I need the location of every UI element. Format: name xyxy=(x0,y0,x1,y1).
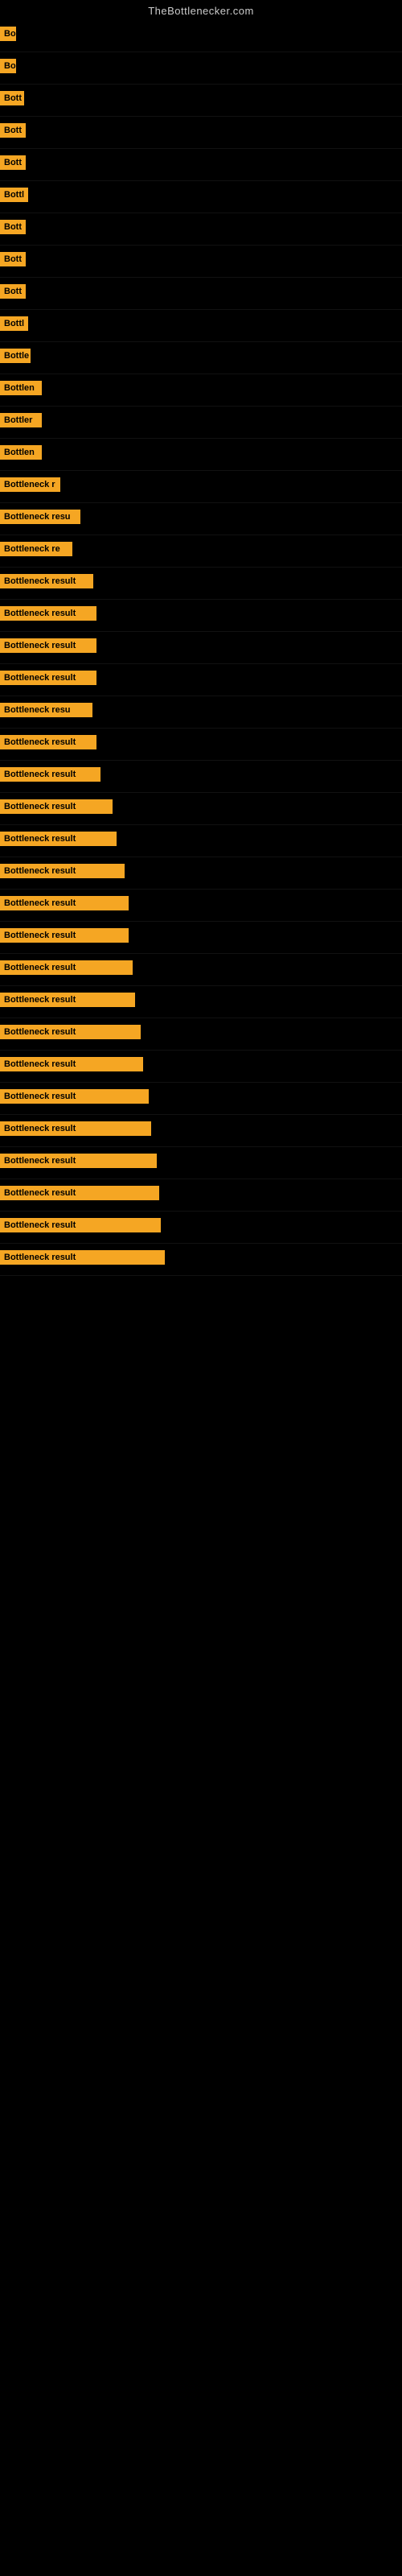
bar-row: Bottlen xyxy=(0,374,402,407)
bar-label: Bottlen xyxy=(0,381,42,395)
bar-row: Bottleneck result xyxy=(0,954,402,986)
bar-label: Bottleneck result xyxy=(0,1089,149,1104)
bar-label: Bottlen xyxy=(0,445,42,460)
bar-label: Bottleneck result xyxy=(0,638,96,653)
bar-row: Bottleneck result xyxy=(0,600,402,632)
bar-label: Bottleneck result xyxy=(0,960,133,975)
bar-row: Bottleneck result xyxy=(0,857,402,890)
bar-row: Bottl xyxy=(0,310,402,342)
bar-label: Bottleneck result xyxy=(0,1025,141,1039)
bar-label: Bottleneck result xyxy=(0,671,96,685)
bar-label: Bottleneck result xyxy=(0,1250,165,1265)
bar-label: Bottleneck r xyxy=(0,477,60,492)
bar-label: Bottleneck result xyxy=(0,1218,161,1232)
bar-row: Bottler xyxy=(0,407,402,439)
bar-row: Bottl xyxy=(0,181,402,213)
bar-label: Bottleneck result xyxy=(0,574,93,588)
bar-row: Bottleneck result xyxy=(0,1244,402,1276)
bar-row: Bottleneck result xyxy=(0,986,402,1018)
bar-row: Bottleneck result xyxy=(0,922,402,954)
bar-row: Bottlen xyxy=(0,439,402,471)
bar-row: Bottleneck result xyxy=(0,1212,402,1244)
bar-row: Bottleneck result xyxy=(0,793,402,825)
bar-row: Bottle xyxy=(0,342,402,374)
bar-label: Bottleneck result xyxy=(0,864,125,878)
bar-row: Bottleneck result xyxy=(0,568,402,600)
bar-label: Bottleneck result xyxy=(0,1186,159,1200)
bar-row: Bottleneck result xyxy=(0,1051,402,1083)
bar-row: Bott xyxy=(0,149,402,181)
bar-row: Bott xyxy=(0,246,402,278)
bar-row: Bott xyxy=(0,213,402,246)
bar-row: Bottleneck result xyxy=(0,1179,402,1212)
bar-label: Bottleneck result xyxy=(0,993,135,1007)
bar-label: Bott xyxy=(0,123,26,138)
bar-row: Bottleneck resu xyxy=(0,696,402,729)
bar-label: Bottl xyxy=(0,188,28,202)
bar-row: Bottleneck result xyxy=(0,1147,402,1179)
bar-row: Bottleneck result xyxy=(0,1115,402,1147)
bar-label: Bottleneck result xyxy=(0,832,117,846)
bar-label: Bottleneck resu xyxy=(0,703,92,717)
bar-row: Bottleneck r xyxy=(0,471,402,503)
bar-row: Bottleneck result xyxy=(0,890,402,922)
bars-container: Bo Bo Bott Bott Bott Bottl Bott Bott Bott Bottl Bo… xyxy=(0,20,402,1276)
bar-label: Bott xyxy=(0,284,26,299)
bar-label: Bottleneck result xyxy=(0,606,96,621)
bar-label: Bott xyxy=(0,252,26,266)
bar-label: Bott xyxy=(0,220,26,234)
bar-row: Bott xyxy=(0,278,402,310)
site-title: TheBottlenecker.com xyxy=(0,0,402,20)
bar-label: Bottleneck result xyxy=(0,799,113,814)
bar-label: Bottleneck result xyxy=(0,928,129,943)
bar-label: Bottleneck result xyxy=(0,735,96,749)
bar-row: Bo xyxy=(0,20,402,52)
bar-row: Bott xyxy=(0,117,402,149)
bar-row: Bottleneck result xyxy=(0,825,402,857)
bar-row: Bottleneck result xyxy=(0,632,402,664)
bar-label: Bottle xyxy=(0,349,31,363)
bar-label: Bottl xyxy=(0,316,28,331)
bar-label: Bottleneck result xyxy=(0,1057,143,1071)
bar-row: Bottleneck result xyxy=(0,1018,402,1051)
bar-row: Bottleneck result xyxy=(0,664,402,696)
bar-label: Bottleneck resu xyxy=(0,510,80,524)
bar-row: Bo xyxy=(0,52,402,85)
bar-label: Bottler xyxy=(0,413,42,427)
bar-label: Bottleneck re xyxy=(0,542,72,556)
bar-row: Bottleneck result xyxy=(0,761,402,793)
bar-row: Bott xyxy=(0,85,402,117)
bar-label: Bottleneck result xyxy=(0,767,100,782)
bar-row: Bottleneck result xyxy=(0,729,402,761)
bar-label: Bott xyxy=(0,155,26,170)
bar-label: Bottleneck result xyxy=(0,1154,157,1168)
bar-label: Bo xyxy=(0,59,16,73)
bar-row: Bottleneck resu xyxy=(0,503,402,535)
bar-label: Bottleneck result xyxy=(0,896,129,910)
bar-row: Bottleneck result xyxy=(0,1083,402,1115)
bar-label: Bottleneck result xyxy=(0,1121,151,1136)
bar-label: Bott xyxy=(0,91,24,105)
bar-row: Bottleneck re xyxy=(0,535,402,568)
bar-label: Bo xyxy=(0,27,16,41)
